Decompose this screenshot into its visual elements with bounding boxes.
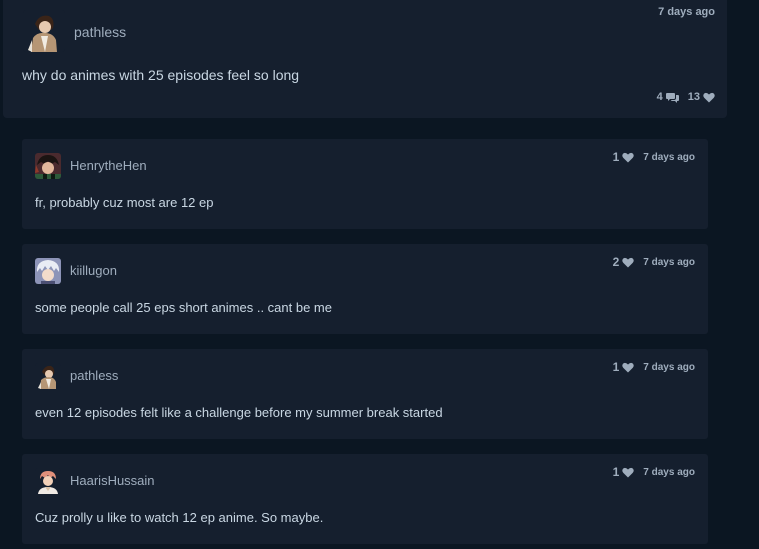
reply-timestamp: 7 days ago — [643, 361, 695, 373]
reply-like-button[interactable]: 1 — [613, 465, 635, 479]
reply-meta: 1 7 days ago — [613, 465, 695, 479]
reply-like-button[interactable]: 1 — [613, 360, 635, 374]
reply-like-count: 2 — [612, 255, 620, 269]
heart-icon — [703, 92, 715, 102]
henrythehen-avatar[interactable] — [35, 153, 61, 179]
reply-like-count: 1 — [612, 360, 620, 374]
pathless-avatar[interactable] — [23, 10, 65, 52]
pathless-avatar-image — [35, 363, 61, 389]
pathless-avatar-image — [23, 10, 65, 52]
reply-card: HenrytheHen 1 7 days ago fr, probably cu… — [22, 139, 708, 229]
like-count-button[interactable]: 13 — [688, 91, 715, 103]
comments-icon — [665, 92, 679, 103]
reply-like-count: 1 — [612, 150, 620, 164]
reply-username[interactable]: pathless — [70, 368, 118, 383]
haarishussain-avatar-image — [35, 468, 61, 494]
post-stats: 4 13 — [657, 91, 715, 103]
reply-username[interactable]: HenrytheHen — [70, 158, 147, 173]
activity-post: pathless 7 days ago why do animes with 2… — [3, 0, 727, 118]
reply-card: kiillugon 2 7 days ago some people call … — [22, 244, 708, 334]
reply-meta: 1 7 days ago — [613, 360, 695, 374]
heart-icon — [622, 467, 634, 477]
heart-icon — [622, 257, 634, 267]
reply-meta: 2 7 days ago — [613, 255, 695, 269]
henrythehen-avatar-image — [35, 153, 61, 179]
reply-card: HaarisHussain 1 7 days ago Cuz prolly u … — [22, 454, 708, 544]
reply-count-button[interactable]: 4 — [657, 91, 680, 103]
post-text: why do animes with 25 episodes feel so l… — [22, 67, 300, 83]
reply-timestamp: 7 days ago — [643, 466, 695, 478]
reply-like-count: 1 — [612, 465, 620, 479]
reply-meta: 1 7 days ago — [613, 150, 695, 164]
reply-like-button[interactable]: 1 — [613, 150, 635, 164]
reply-timestamp: 7 days ago — [643, 151, 695, 163]
post-timestamp: 7 days ago — [658, 6, 715, 18]
reply-username[interactable]: HaarisHussain — [70, 473, 155, 488]
reply-text: Cuz prolly u like to watch 12 ep anime. … — [35, 510, 324, 525]
reply-text: fr, probably cuz most are 12 ep — [35, 195, 214, 210]
reply-card: pathless 1 7 days ago even 12 episodes f… — [22, 349, 708, 439]
reply-text: even 12 episodes felt like a challenge b… — [35, 405, 443, 420]
kiillugon-avatar-image — [35, 258, 61, 284]
haarishussain-avatar[interactable] — [35, 468, 61, 494]
reply-timestamp: 7 days ago — [643, 256, 695, 268]
kiillugon-avatar[interactable] — [35, 258, 61, 284]
heart-icon — [622, 152, 634, 162]
reply-username[interactable]: kiillugon — [70, 263, 117, 278]
reply-like-button[interactable]: 2 — [613, 255, 635, 269]
reply-text: some people call 25 eps short animes .. … — [35, 300, 332, 315]
like-count: 13 — [687, 91, 700, 103]
reply-count: 4 — [656, 91, 663, 103]
heart-icon — [622, 362, 634, 372]
post-username[interactable]: pathless — [74, 24, 126, 40]
pathless-avatar[interactable] — [35, 363, 61, 389]
